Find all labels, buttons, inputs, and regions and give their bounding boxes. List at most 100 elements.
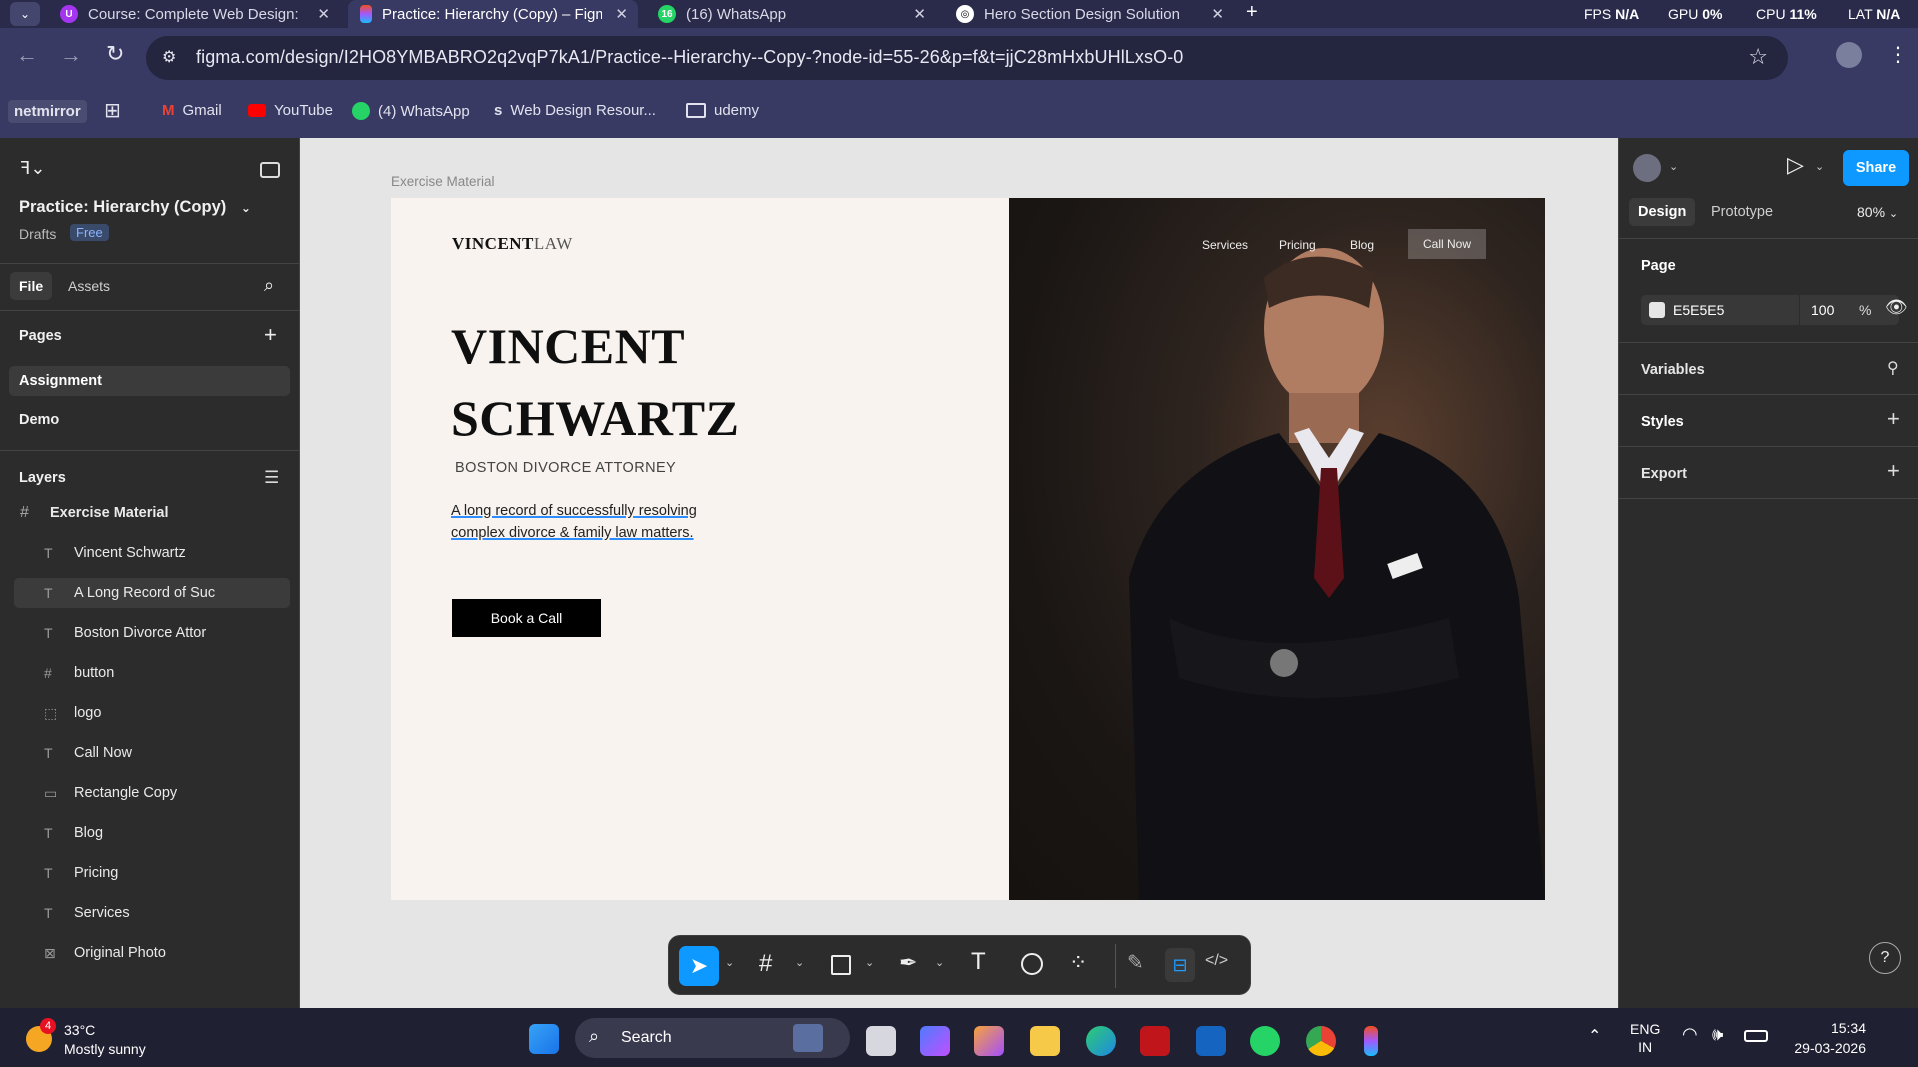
chevron-down-icon[interactable]: ⌄	[865, 956, 874, 969]
chevron-down-icon[interactable]: ⌄	[795, 956, 804, 969]
chevron-down-icon[interactable]: ⌄	[935, 956, 944, 969]
layer-frame[interactable]: # Exercise Material	[10, 498, 286, 528]
share-button[interactable]: Share	[1843, 150, 1909, 186]
browser-tab[interactable]: U Course: Complete Web Design: ✕	[48, 0, 340, 28]
tab-design[interactable]: Design	[1629, 198, 1696, 226]
move-tool-button[interactable]: ➤	[679, 946, 719, 986]
close-tab-icon[interactable]: ✕	[615, 5, 628, 23]
site-settings-icon[interactable]: ⚙	[162, 47, 176, 67]
close-tab-icon[interactable]: ✕	[1211, 5, 1224, 23]
layer-item[interactable]: ⬚ logo	[14, 698, 290, 728]
file-explorer-icon[interactable]	[1030, 1026, 1060, 1056]
layer-item[interactable]: T Services	[14, 898, 290, 928]
address-bar[interactable]: ⚙ figma.com/design/I2HO8YMBABRO2q2vqP7kA…	[146, 36, 1788, 80]
actions-tool-icon[interactable]: ⁘	[1069, 950, 1087, 976]
browser-tab[interactable]: ◎ Hero Section Design Solution ✕	[944, 0, 1234, 28]
tab-search-button[interactable]: ⌄	[10, 2, 40, 26]
present-play-icon[interactable]: ▷	[1787, 152, 1804, 178]
layer-item[interactable]: # button	[14, 658, 290, 688]
comment-tool-icon[interactable]	[1021, 953, 1043, 975]
browser-tab[interactable]: 16 (16) WhatsApp ✕	[646, 0, 936, 28]
bookmark-whatsapp[interactable]: (4) WhatsApp	[352, 102, 470, 120]
show-hidden-icons[interactable]: ⌃	[1588, 1026, 1601, 1046]
layer-item[interactable]: ⊠ Original Photo	[14, 938, 290, 968]
variables-heading[interactable]: Variables	[1641, 362, 1705, 378]
bookmark-netmirror[interactable]: netmirror	[8, 100, 87, 123]
menu-icon[interactable]: ⋮	[1888, 42, 1908, 67]
chevron-down-icon[interactable]: ⌄	[1815, 160, 1824, 173]
layer-item[interactable]: T Boston Divorce Attor	[14, 618, 290, 648]
subtitle[interactable]: BOSTON DIVORCE ATTORNEY	[455, 460, 676, 476]
draw-mode-icon[interactable]: ✎	[1127, 950, 1144, 975]
copilot-icon[interactable]	[920, 1026, 950, 1056]
variables-icon[interactable]: ⚲	[1887, 358, 1899, 378]
page-item-demo[interactable]: Demo	[19, 412, 59, 428]
original-photo[interactable]: Services Pricing Blog Call Now	[1009, 198, 1545, 900]
chevron-down-icon[interactable]: ⌄	[1669, 160, 1678, 173]
layer-item[interactable]: T Pricing	[14, 858, 290, 888]
text-tool-icon[interactable]: T	[971, 948, 986, 976]
dev-mode-icon[interactable]: </>	[1205, 952, 1228, 970]
whatsapp-icon[interactable]	[1250, 1026, 1280, 1056]
layer-item[interactable]: ▭ Rectangle Copy	[14, 778, 290, 808]
bookmark-folder-udemy[interactable]: udemy	[686, 102, 759, 119]
color-swatch[interactable]	[1649, 302, 1665, 318]
weather-widget[interactable]: 4 33°C Mostly sunny	[24, 1018, 224, 1060]
page-item-assignment[interactable]: Assignment	[9, 366, 290, 396]
mcafee-icon[interactable]	[1140, 1026, 1170, 1056]
nav-blog[interactable]: Blog	[1350, 238, 1374, 252]
frame-tool-icon[interactable]: #	[759, 950, 772, 978]
volume-icon[interactable]: 🕪	[1712, 1024, 1723, 1045]
figma-icon[interactable]	[1364, 1026, 1378, 1056]
toggle-ui-icon[interactable]	[260, 162, 280, 178]
new-tab-button[interactable]: +	[1246, 1, 1258, 24]
back-icon[interactable]: ←	[16, 42, 38, 68]
pen-tool-icon[interactable]: ✒	[899, 950, 917, 976]
browser-tab-active[interactable]: Practice: Hierarchy (Copy) – Figm ✕	[348, 0, 638, 28]
edge-icon[interactable]	[1086, 1026, 1116, 1056]
outlook-icon[interactable]	[1196, 1026, 1226, 1056]
bookmark-youtube[interactable]: YouTube	[248, 102, 333, 119]
windows-start-icon[interactable]	[529, 1024, 559, 1054]
tab-file[interactable]: File	[10, 272, 53, 300]
nav-pricing[interactable]: Pricing	[1279, 238, 1316, 252]
collapse-layers-icon[interactable]: ☰	[264, 468, 279, 488]
chrome-icon[interactable]	[1306, 1026, 1336, 1056]
headline[interactable]: VINCENT SCHWARTZ	[451, 310, 739, 454]
bookmark-web-design[interactable]: s Web Design Resour...	[494, 102, 656, 119]
add-export-icon[interactable]: +	[1887, 458, 1900, 484]
logo[interactable]: VINCENTLAW	[452, 234, 573, 254]
frame-label[interactable]: Exercise Material	[391, 174, 495, 189]
nav-services[interactable]: Services	[1202, 238, 1248, 252]
user-avatar[interactable]	[1633, 154, 1661, 182]
copilot-app-icon[interactable]	[974, 1026, 1004, 1056]
reload-icon[interactable]: ↻	[106, 41, 124, 67]
file-title[interactable]: Practice: Hierarchy (Copy) ⌄	[19, 198, 251, 217]
task-view-icon[interactable]	[866, 1026, 896, 1056]
profile-avatar[interactable]	[1836, 42, 1862, 68]
language-indicator[interactable]: ENG IN	[1630, 1020, 1660, 1056]
zoom-control[interactable]: 80% ⌄	[1857, 204, 1898, 220]
forward-icon[interactable]: →	[60, 42, 82, 68]
bookmark-gmail[interactable]: M Gmail	[162, 102, 222, 119]
call-now-button[interactable]: Call Now	[1408, 229, 1486, 259]
layer-item-selected[interactable]: TA Long Record of Suc	[14, 578, 290, 608]
layer-item[interactable]: T Vincent Schwartz	[14, 538, 290, 568]
apps-grid-icon[interactable]: ⊞	[104, 98, 121, 123]
clock[interactable]: 15:34 29-03-2026	[1786, 1018, 1866, 1058]
close-tab-icon[interactable]: ✕	[317, 5, 330, 23]
design-mode-icon[interactable]: ⊟	[1165, 948, 1195, 982]
visibility-eye-icon[interactable]: 👁	[1885, 297, 1908, 318]
bookmark-star-icon[interactable]: ☆	[1748, 44, 1768, 70]
add-page-icon[interactable]: +	[264, 322, 277, 348]
body-text-selected[interactable]: A long record of successfully resolving …	[451, 500, 697, 544]
close-tab-icon[interactable]: ✕	[913, 5, 926, 23]
rectangle-tool-icon[interactable]	[831, 955, 851, 975]
chevron-down-icon[interactable]: ⌄	[725, 956, 734, 969]
taskbar-search[interactable]: ⌕ Search	[575, 1018, 850, 1058]
book-a-call-button[interactable]: Book a Call	[452, 599, 601, 637]
page-color-field[interactable]: E5E5E5 100 %	[1641, 295, 1899, 325]
layer-item[interactable]: T Call Now	[14, 738, 290, 768]
figma-main-menu-icon[interactable]: ꟻ⌄	[20, 158, 45, 179]
layer-item[interactable]: T Blog	[14, 818, 290, 848]
